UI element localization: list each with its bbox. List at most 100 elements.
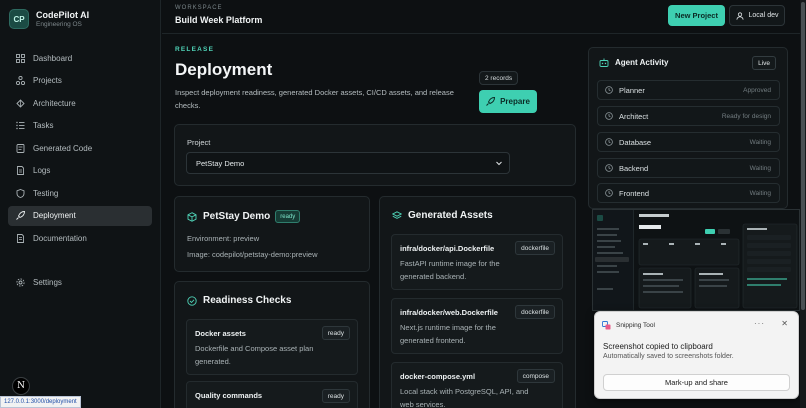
clock-icon	[605, 138, 613, 146]
asset-description: Local stack with PostgreSQL, API, and we…	[400, 387, 529, 408]
sidebar-item-testing[interactable]: Testing	[8, 183, 152, 203]
sidebar-item-label: Dashboard	[33, 53, 73, 63]
sidebar-item-projects[interactable]: Projects	[8, 71, 152, 91]
list-item: Docker assets ready Dockerfile and Compo…	[186, 319, 358, 375]
sidebar-item-label: Deployment	[33, 211, 76, 220]
sidebar-item-architecture[interactable]: Architecture	[8, 93, 152, 113]
list-item: infra/docker/web.Dockerfile dockerfile N…	[391, 298, 563, 354]
thumbnail-preview-image	[593, 210, 799, 310]
sidebar-nav: Dashboard Projects Architecture Tasks Ge…	[8, 48, 152, 251]
live-badge: Live	[752, 56, 776, 70]
snipping-tool-notification[interactable]: Snipping Tool ··· ✕ Screenshot copied to…	[594, 311, 799, 399]
doc-icon	[16, 233, 25, 243]
workspace-title: Build Week Platform	[175, 15, 263, 25]
project-select[interactable]: PetStay Demo	[186, 152, 510, 174]
sidebar-item-tasks[interactable]: Tasks	[8, 116, 152, 136]
list-item: infra/docker/api.Dockerfile dockerfile F…	[391, 234, 563, 290]
project-card: Project PetStay Demo	[174, 124, 576, 186]
agent-activity-card: Agent Activity Live Planner Approved Arc…	[588, 47, 788, 209]
sidebar-item-deployment[interactable]: Deployment	[8, 205, 152, 226]
sidebar: CP CodePilot AI Engineering OS Dashboard…	[0, 0, 161, 408]
sidebar-item-label: Tasks	[33, 121, 54, 130]
asset-tag: dockerfile	[515, 305, 555, 319]
project-select-value: PetStay Demo	[196, 158, 245, 168]
sidebar-item-dashboard[interactable]: Dashboard	[8, 48, 152, 68]
agent-name: Architect	[619, 111, 649, 121]
check-title: Docker assets	[195, 329, 246, 338]
page-description: Inspect deployment readiness, generated …	[175, 88, 454, 110]
agent-activity-title: Agent Activity	[615, 58, 669, 67]
project-label: Project	[187, 138, 211, 147]
readiness-title: Readiness Checks	[203, 295, 292, 306]
agent-status: Waiting	[749, 138, 771, 146]
brand[interactable]: CP CodePilot AI Engineering OS	[9, 9, 89, 29]
notification-message: Screenshot copied to clipboard	[603, 342, 713, 351]
new-project-button[interactable]: New Project	[668, 5, 725, 26]
tasks-icon	[16, 121, 25, 130]
agent-row-backend[interactable]: Backend Waiting	[597, 158, 780, 178]
rocket-icon	[486, 97, 496, 106]
list-item: docker-compose.yml compose Local stack w…	[391, 362, 563, 408]
sidebar-item-label: Testing	[33, 188, 59, 198]
snipping-tool-app-name: Snipping Tool	[616, 322, 655, 329]
status-url-tooltip: 127.0.0.1:3000/deployment	[0, 396, 81, 408]
bot-icon	[599, 58, 609, 67]
petstay-card: PetStay Demo ready Environment: preview …	[174, 196, 370, 272]
environment-text: Environment: preview	[187, 234, 260, 243]
markup-and-share-button[interactable]: Mark-up and share	[603, 374, 790, 391]
local-dev-label: Local dev	[748, 12, 779, 19]
prepare-label: Prepare	[500, 97, 530, 106]
agent-row-architect[interactable]: Architect Ready for design	[597, 106, 780, 126]
asset-tag: compose	[516, 369, 555, 383]
sidebar-item-logs[interactable]: Logs	[8, 161, 152, 181]
status-badge: ready	[321, 389, 350, 403]
brand-name: CodePilot AI	[36, 9, 90, 20]
sidebar-item-settings[interactable]: Settings	[8, 272, 152, 292]
brand-logo: CP	[9, 9, 29, 29]
agent-status: Waiting	[749, 189, 771, 197]
asset-path: docker-compose.yml	[400, 372, 476, 381]
list-item: Quality commands ready	[186, 381, 358, 408]
petstay-title: PetStay Demo	[203, 211, 271, 222]
readiness-checks-card: Readiness Checks Docker assets ready Doc…	[174, 281, 370, 408]
workspace-label: WORKSPACE	[175, 5, 223, 11]
agent-row-database[interactable]: Database Waiting	[597, 132, 780, 152]
check-description: Dockerfile and Compose asset plan genera…	[195, 344, 314, 366]
sidebar-item-documentation[interactable]: Documentation	[8, 228, 152, 248]
top-header: WORKSPACE Build Week Platform New Projec…	[162, 0, 800, 34]
asset-description: Next.js runtime image for the generated …	[400, 323, 496, 345]
avatar[interactable]: N	[12, 377, 30, 395]
asset-description: FastAPI runtime image for the generated …	[400, 259, 500, 281]
sidebar-item-generated-code[interactable]: Generated Code	[8, 138, 152, 158]
grid-icon	[16, 53, 25, 63]
asset-path: infra/docker/web.Dockerfile	[400, 308, 498, 317]
agent-status: Waiting	[749, 164, 771, 172]
shield-icon	[16, 188, 25, 198]
code-icon	[16, 143, 25, 153]
agent-status: Ready for design	[721, 112, 771, 120]
asset-path: infra/docker/api.Dockerfile	[400, 244, 495, 253]
clock-icon	[605, 112, 613, 120]
agent-name: Frontend	[619, 188, 650, 198]
check-circle-icon	[187, 295, 197, 306]
page-scrollbar[interactable]	[800, 0, 806, 408]
agent-name: Backend	[619, 163, 649, 173]
clock-icon	[605, 164, 613, 172]
notification-subtext: Automatically saved to screenshots folde…	[603, 353, 734, 360]
prepare-button[interactable]: Prepare	[479, 90, 537, 113]
gear-icon	[16, 277, 25, 287]
scrollbar-thumb[interactable]	[801, 2, 805, 310]
local-dev-button[interactable]: Local dev	[729, 5, 785, 26]
agent-row-planner[interactable]: Planner Approved	[597, 80, 780, 100]
records-count-badge: 2 records	[479, 71, 519, 85]
more-options-icon[interactable]: ···	[754, 319, 765, 328]
rocket-icon	[16, 211, 25, 220]
screenshot-thumbnail[interactable]	[592, 209, 800, 311]
architecture-icon	[16, 98, 25, 108]
agent-row-frontend[interactable]: Frontend Waiting	[597, 183, 780, 203]
assets-title: Generated Assets	[408, 210, 493, 221]
close-icon[interactable]: ✕	[781, 319, 788, 328]
sidebar-item-label: Settings	[33, 277, 62, 287]
logs-icon	[16, 166, 25, 175]
check-title: Quality commands	[195, 391, 263, 400]
